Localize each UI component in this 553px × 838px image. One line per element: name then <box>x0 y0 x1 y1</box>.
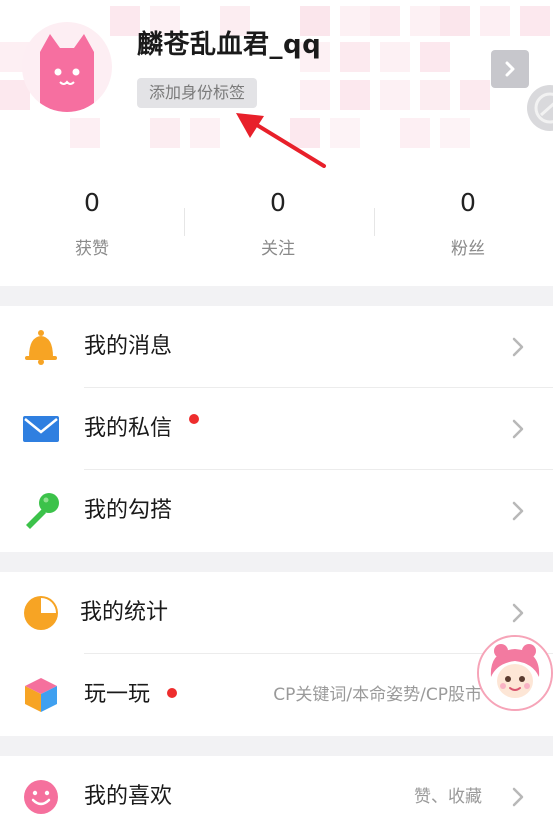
menu-item-label: 我的私信 <box>84 416 173 441</box>
menu-item-label: 我的统计 <box>80 600 169 625</box>
smiley-icon <box>24 780 58 814</box>
red-pointer-arrow-icon <box>236 113 326 168</box>
menu-group-likes: 我的喜欢 赞、收藏 <box>0 756 553 838</box>
menu-group-tools: 我的统计 玩一玩 CP关键词/本命姿势/CP股市 <box>0 572 553 736</box>
bell-icon <box>25 330 57 365</box>
chevron-right-icon <box>512 787 524 807</box>
chevron-right-icon <box>512 501 524 521</box>
stat-following[interactable]: 0 关注 <box>186 168 370 286</box>
cube-icon <box>25 678 57 712</box>
menu-item-hookup[interactable]: 我的勾搭 <box>0 470 553 552</box>
mail-icon <box>23 416 59 442</box>
user-avatar[interactable] <box>22 22 112 112</box>
microphone-icon <box>26 493 59 529</box>
notification-dot <box>167 688 177 698</box>
chevron-right-icon <box>512 337 524 357</box>
add-identity-tag-button[interactable]: 添加身份标签 <box>137 78 258 108</box>
stat-value: 0 <box>84 188 100 217</box>
profile-detail-button[interactable] <box>491 50 529 88</box>
stat-fans[interactable]: 0 粉丝 <box>376 168 553 286</box>
menu-item-label: 我的勾搭 <box>84 498 173 523</box>
menu-item-subtitle: CP关键词/本命姿势/CP股市 <box>273 685 482 705</box>
profile-header: 麟苍乱血君_qq 添加身份标签 <box>0 0 553 168</box>
menu-item-private-messages[interactable]: 我的私信 <box>0 388 553 470</box>
chevron-right-icon <box>512 603 524 623</box>
stat-value: 0 <box>460 188 476 217</box>
menu-item-play[interactable]: 玩一玩 CP关键词/本命姿势/CP股市 <box>0 654 553 736</box>
divider <box>184 208 185 236</box>
menu-item-favorites[interactable]: 我的喜欢 赞、收藏 <box>0 756 553 838</box>
pie-chart-icon <box>24 596 58 630</box>
menu-item-statistics[interactable]: 我的统计 <box>0 572 553 654</box>
stats-bar: 0 获赞 0 关注 0 粉丝 <box>0 168 553 286</box>
chevron-right-icon <box>512 419 524 439</box>
menu-item-label: 我的喜欢 <box>84 784 173 809</box>
menu-item-label: 玩一玩 <box>84 682 151 707</box>
menu-item-subtitle: 赞、收藏 <box>414 787 482 807</box>
menu-item-messages[interactable]: 我的消息 <box>0 306 553 388</box>
chevron-right-icon <box>505 61 515 77</box>
stat-likes[interactable]: 0 获赞 <box>0 168 184 286</box>
divider <box>374 208 375 236</box>
stat-value: 0 <box>270 188 286 217</box>
side-badge-icon[interactable] <box>527 85 553 131</box>
cat-avatar-icon <box>40 34 94 112</box>
username: 麟苍乱血君_qq <box>137 30 322 60</box>
stat-label: 关注 <box>261 239 295 259</box>
notification-dot <box>189 414 199 424</box>
menu-group-social: 我的消息 我的私信 我的勾搭 <box>0 306 553 552</box>
menu-item-label: 我的消息 <box>84 334 173 359</box>
stat-label: 粉丝 <box>451 239 485 259</box>
mascot-girl-icon <box>479 637 551 709</box>
stat-label: 获赞 <box>75 239 109 259</box>
floating-mascot-button[interactable] <box>477 635 553 711</box>
